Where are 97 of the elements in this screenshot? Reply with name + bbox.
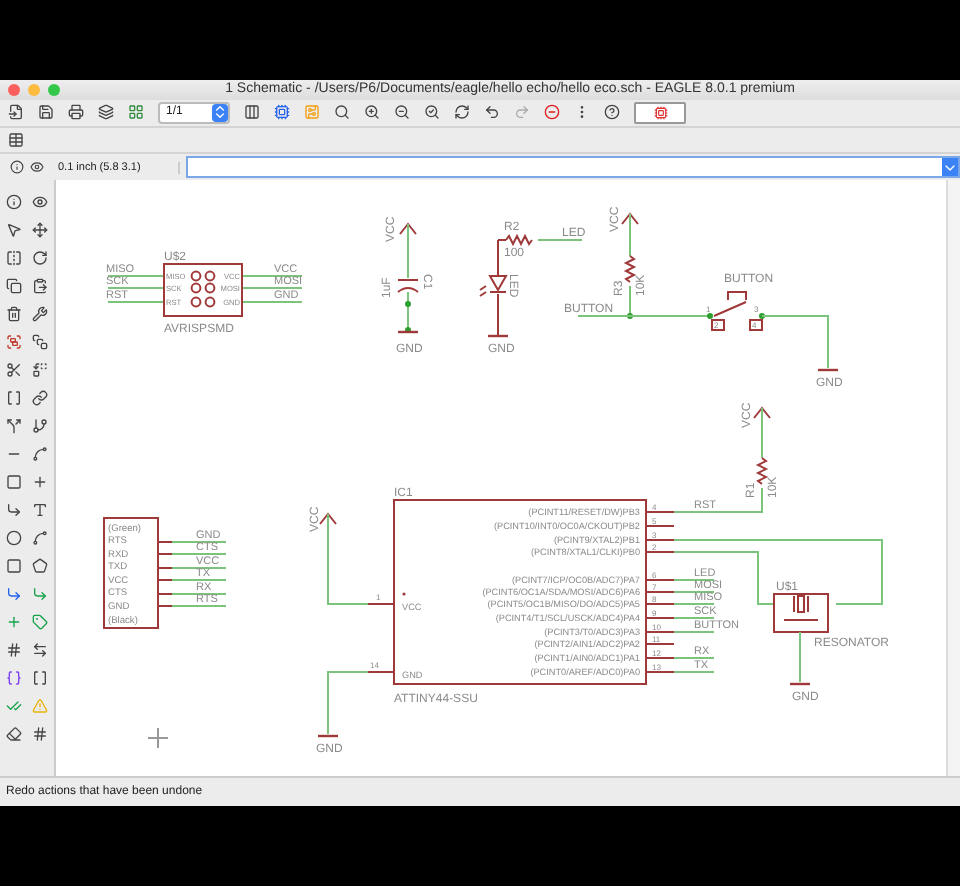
erc-icon[interactable] [5, 697, 22, 714]
wire [107, 274, 165, 277]
chip-icon [653, 105, 667, 120]
link-icon[interactable] [32, 389, 49, 406]
mirror-icon[interactable] [5, 249, 22, 266]
bus-icon[interactable] [5, 585, 22, 602]
wire [107, 300, 165, 303]
net-icon[interactable] [32, 585, 49, 602]
layers-icon[interactable] [98, 104, 114, 121]
wire [171, 566, 227, 569]
wire [673, 630, 715, 633]
wire [171, 592, 227, 595]
eye-icon[interactable] [32, 193, 49, 210]
junction-dot [759, 312, 765, 319]
wire [171, 540, 227, 543]
led-symbol [479, 274, 508, 297]
wire [799, 630, 801, 683]
wrench-icon[interactable] [32, 305, 49, 322]
frame-icon[interactable] [5, 473, 22, 490]
wire [537, 238, 583, 241]
text-icon[interactable] [32, 501, 49, 518]
table-icon[interactable] [8, 132, 24, 149]
resonator-symbol [773, 592, 829, 633]
wire [761, 406, 763, 459]
logo-button[interactable] [634, 101, 686, 124]
wire [107, 286, 165, 289]
wire [673, 670, 715, 673]
wire [761, 314, 829, 369]
print-icon[interactable] [68, 104, 84, 121]
wire [241, 286, 303, 289]
eye-icon[interactable] [30, 160, 44, 174]
rectangle-icon[interactable] [5, 557, 22, 574]
redraw-icon[interactable] [454, 104, 470, 121]
connector-symbol [163, 262, 243, 317]
move-icon[interactable] [32, 221, 49, 238]
group-icon[interactable] [5, 333, 22, 350]
info-icon[interactable] [5, 193, 22, 210]
rotate-icon[interactable] [32, 249, 49, 266]
branch-icon[interactable] [32, 417, 49, 434]
help-icon[interactable] [604, 104, 620, 121]
wire [407, 222, 409, 279]
save-icon[interactable] [38, 104, 54, 121]
wire [673, 656, 715, 659]
stack-icon[interactable] [32, 333, 49, 350]
resistor-symbol [623, 254, 637, 283]
crosshair-cursor [147, 726, 169, 749]
wire [171, 578, 227, 581]
junction-dot [405, 300, 411, 307]
board-icon[interactable] [128, 104, 144, 121]
wire [171, 604, 227, 607]
wire [241, 300, 303, 303]
stepper-icon[interactable] [212, 103, 228, 122]
polygon-icon[interactable] [32, 557, 49, 574]
eraser-icon[interactable] [5, 725, 22, 742]
stop-icon[interactable] [544, 104, 560, 121]
switch-symbol [711, 290, 763, 331]
file-icon[interactable] [8, 104, 24, 121]
undo-icon[interactable] [484, 104, 500, 121]
dimension-icon[interactable] [32, 641, 49, 658]
close-button[interactable] [8, 83, 20, 96]
zoom-fit-icon[interactable] [334, 104, 350, 121]
junction-dot [627, 312, 633, 319]
chip-icon[interactable] [274, 104, 290, 121]
dropdown-icon[interactable] [942, 158, 958, 176]
columns-icon[interactable] [244, 104, 260, 121]
wire [629, 212, 631, 257]
pin-lead [367, 602, 395, 673]
wire-icon[interactable] [5, 501, 22, 518]
wire [673, 616, 715, 619]
circle-icon[interactable] [5, 529, 22, 546]
part-lead [497, 238, 507, 337]
resistor-symbol [755, 456, 769, 485]
wire [327, 670, 369, 735]
zoom-out-icon[interactable] [394, 104, 410, 121]
paste-icon[interactable] [32, 277, 49, 294]
split-icon[interactable] [5, 417, 22, 434]
resistor-symbol [505, 233, 533, 246]
junction-dot [405, 326, 411, 333]
wire [407, 290, 409, 331]
junction-dot [707, 312, 713, 319]
zoom-in-icon[interactable] [364, 104, 380, 121]
gate-icon[interactable] [5, 669, 22, 686]
wire [171, 552, 227, 555]
arc-icon[interactable] [32, 529, 49, 546]
copy-icon[interactable] [5, 277, 22, 294]
value-icon[interactable] [32, 669, 49, 686]
capacitor-symbol [397, 278, 419, 293]
zoom-select-icon[interactable] [424, 104, 440, 121]
delete-icon[interactable] [5, 305, 22, 322]
info-icon[interactable] [10, 160, 24, 174]
wire [327, 512, 369, 605]
connector-symbol [103, 516, 159, 629]
cut-icon[interactable] [5, 361, 22, 378]
wire [241, 274, 303, 277]
plus-icon[interactable] [32, 473, 49, 490]
label-icon[interactable] [32, 613, 49, 630]
pointer-icon[interactable] [5, 221, 22, 238]
